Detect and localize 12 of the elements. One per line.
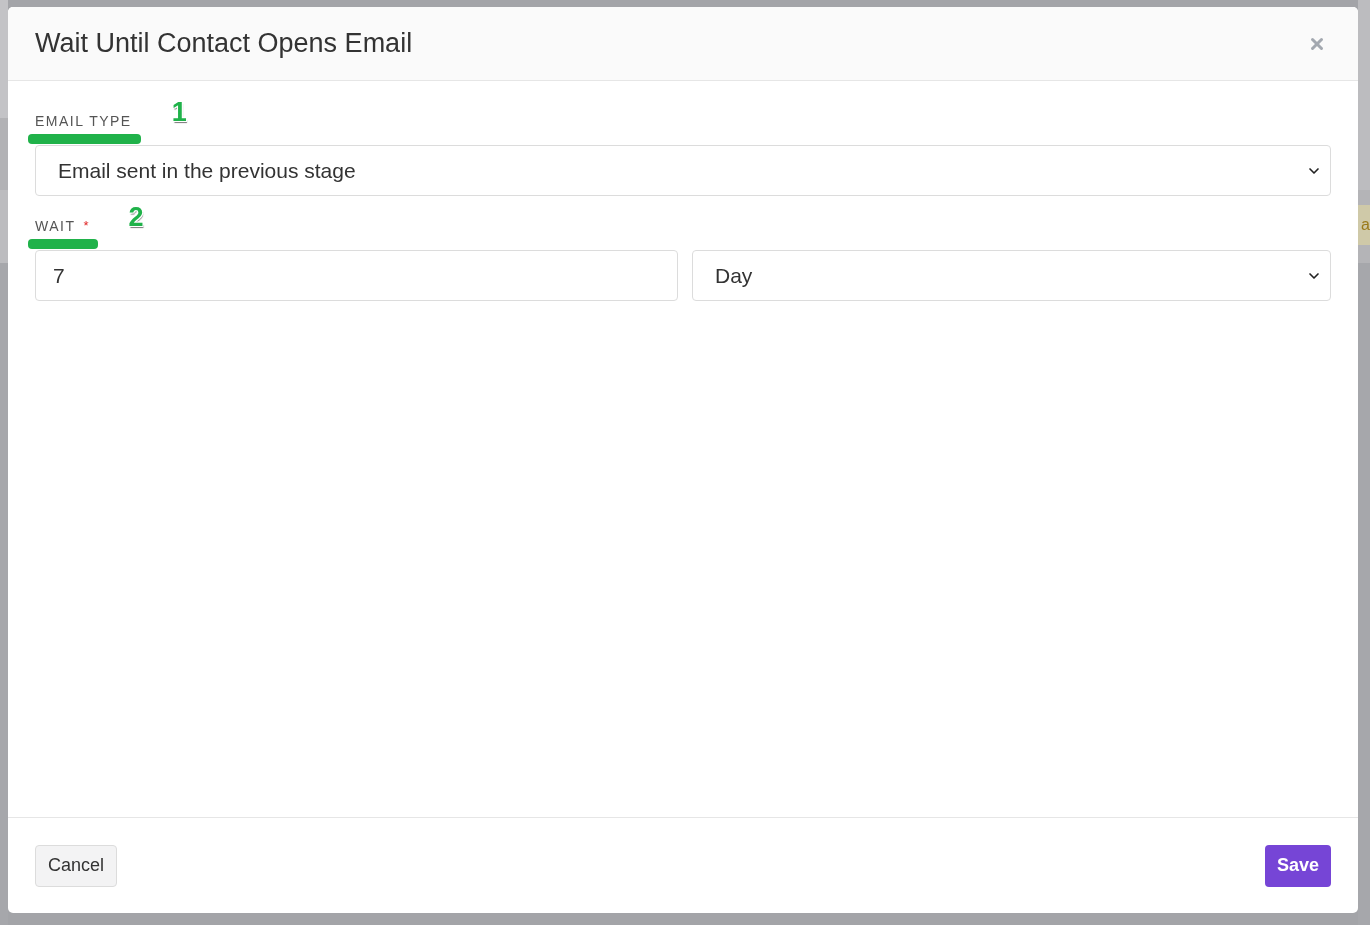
tag-fragment: a (1358, 205, 1370, 245)
annotation-number: 2 (128, 203, 144, 231)
dialog-title: Wait Until Contact Opens Email (35, 27, 413, 61)
wait-amount-input[interactable]: 7 (35, 250, 678, 301)
annotation-number: 1 (171, 98, 187, 126)
email-type-select[interactable]: Email sent in the previous stage (35, 145, 1331, 196)
wait-unit-select[interactable]: Day (692, 250, 1331, 301)
required-mark: * (83, 217, 89, 235)
field-label: WAIT (35, 217, 76, 236)
save-button[interactable]: Save (1264, 844, 1331, 887)
cancel-button[interactable]: Cancel (35, 844, 118, 887)
field-label: EMAIL TYPE (35, 112, 132, 131)
